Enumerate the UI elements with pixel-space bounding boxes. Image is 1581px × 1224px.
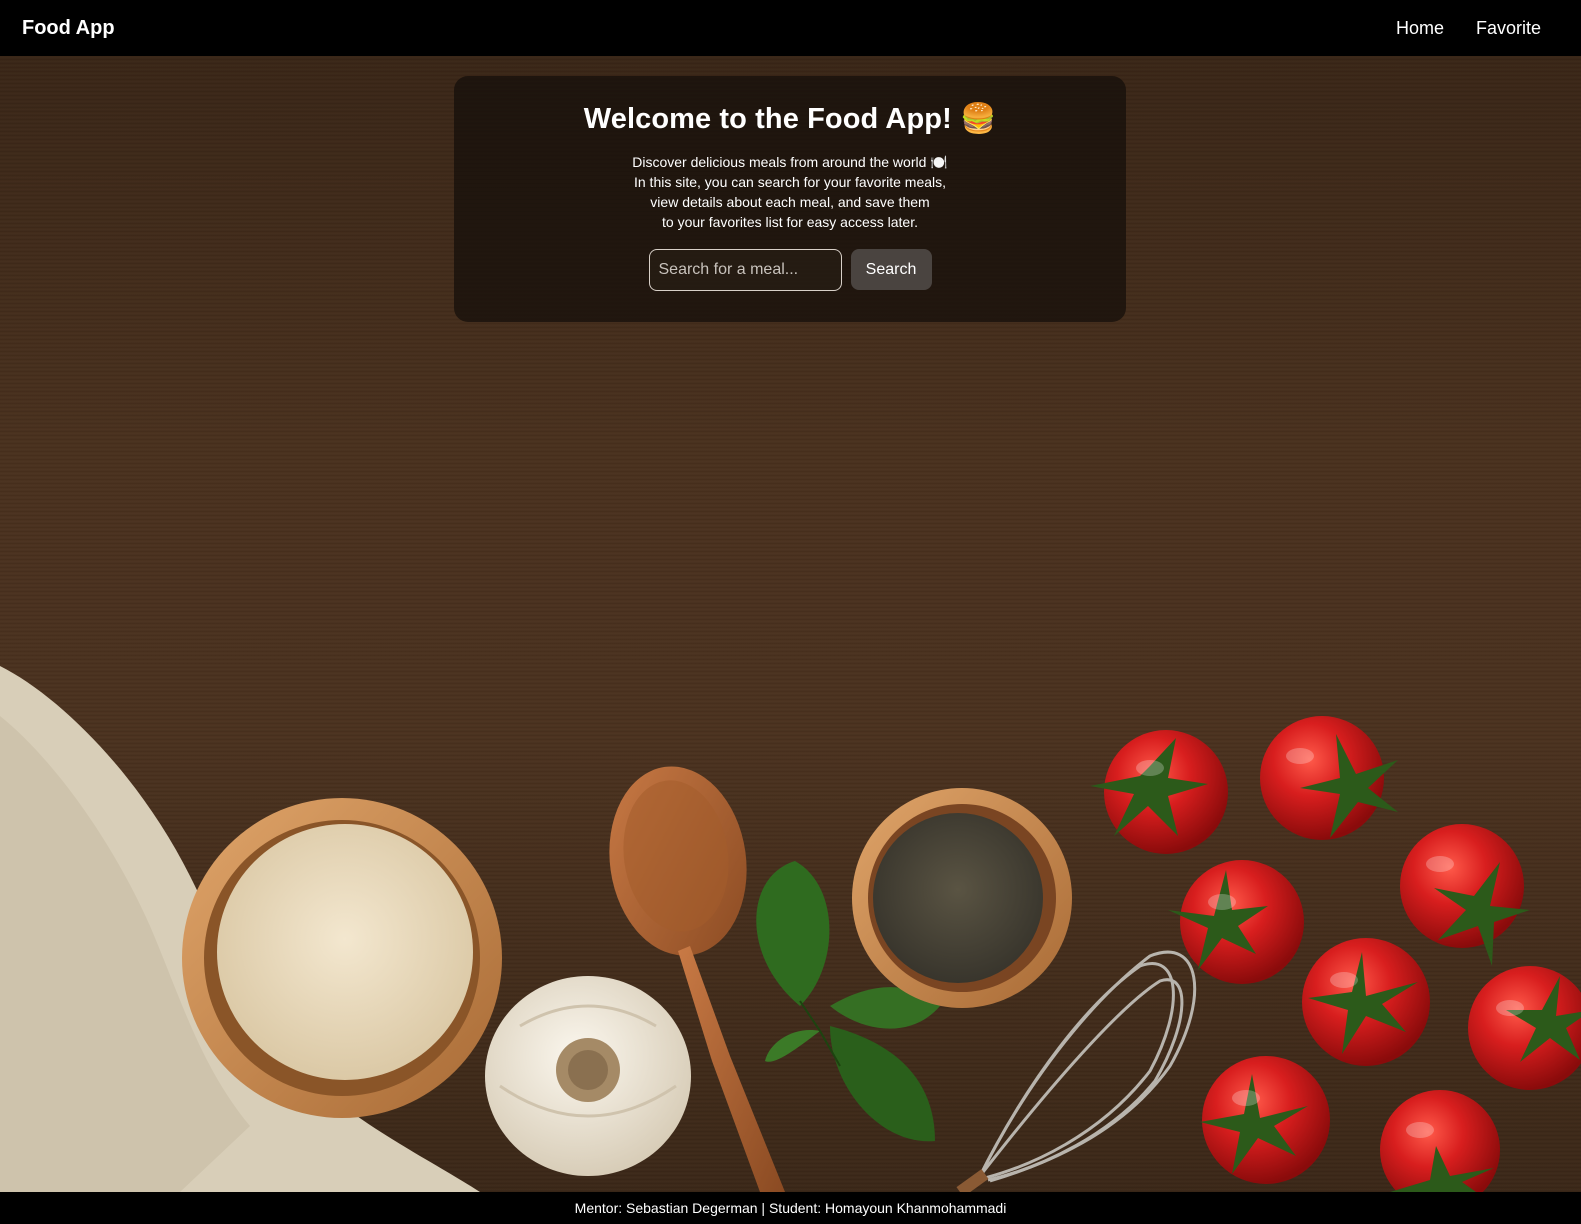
- description-line: In this site, you can search for your fa…: [633, 174, 947, 190]
- pepper-bowl: [852, 788, 1072, 1008]
- footer-credits: Mentor: Sebastian Degerman | Student: Ho…: [574, 1200, 1007, 1216]
- description-line: to your favorites list for easy access l…: [662, 214, 918, 230]
- cherry-tomatoes: [1090, 716, 1581, 1192]
- description-line: Discover delicious meals from around the…: [632, 154, 948, 170]
- description-line: view details about each meal, and save t…: [650, 194, 930, 210]
- page-title: Welcome to the Food App! 🍔: [583, 103, 997, 135]
- rice-bowl: [182, 798, 502, 1118]
- nav-links: Home Favorite: [1396, 18, 1541, 39]
- search-form: Search: [454, 249, 1126, 291]
- nav-link-home[interactable]: Home: [1396, 18, 1444, 39]
- garlic-bulb: [485, 976, 691, 1176]
- page: Food App Home Favorite Welcome to the Fo…: [0, 0, 1581, 1224]
- welcome-card: Welcome to the Food App! 🍔 Discover deli…: [454, 76, 1126, 322]
- search-button[interactable]: Search: [850, 249, 932, 290]
- search-input[interactable]: [648, 249, 842, 291]
- welcome-description: Discover delicious meals from around the…: [610, 152, 970, 232]
- brand-logo-text[interactable]: Food App: [22, 17, 115, 40]
- footer: Mentor: Sebastian Degerman | Student: Ho…: [0, 1192, 1581, 1224]
- navbar: Food App Home Favorite: [0, 0, 1581, 56]
- nav-link-favorite[interactable]: Favorite: [1476, 18, 1541, 39]
